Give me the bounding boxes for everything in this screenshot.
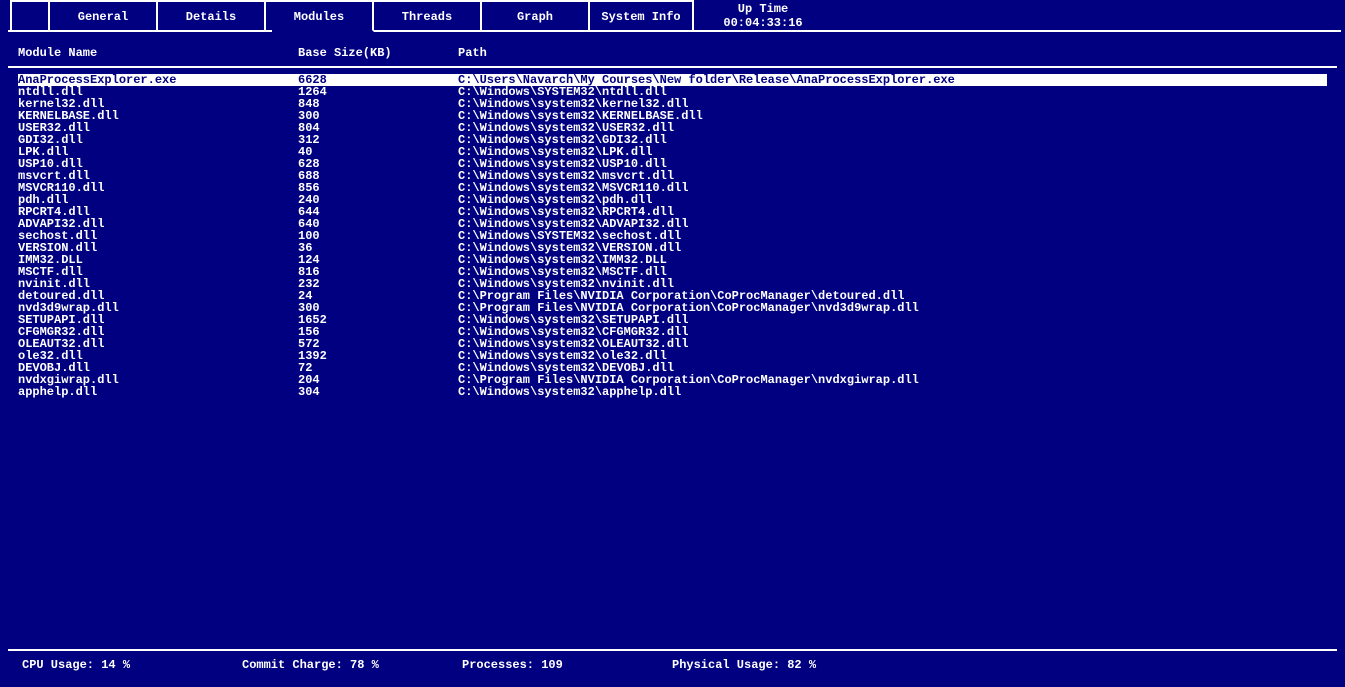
tab-spacer: [830, 0, 1341, 30]
status-cpu: CPU Usage: 14 %: [22, 658, 242, 672]
module-size-cell: 312: [298, 134, 458, 146]
module-size-cell: 300: [298, 110, 458, 122]
module-size-cell: 204: [298, 374, 458, 386]
module-size-cell: 856: [298, 182, 458, 194]
footer-separator: [8, 649, 1337, 651]
module-size-cell: 24: [298, 290, 458, 302]
tab-graph[interactable]: Graph: [480, 0, 590, 30]
column-headers: Module Name Base Size(KB) Path: [4, 30, 1341, 60]
module-size-cell: 240: [298, 194, 458, 206]
table-row[interactable]: GDI32.dll312C:\Windows\system32\GDI32.dl…: [18, 134, 1327, 146]
module-size-cell: 36: [298, 242, 458, 254]
module-size-cell: 804: [298, 122, 458, 134]
module-size-cell: 640: [298, 218, 458, 230]
status-processes: Processes: 109: [462, 658, 672, 672]
table-row[interactable]: VERSION.dll36C:\Windows\system32\VERSION…: [18, 242, 1327, 254]
tab-general[interactable]: General: [48, 0, 158, 30]
table-row[interactable]: AnaProcessExplorer.exe6628C:\Users\Navar…: [18, 74, 1327, 86]
module-size-cell: 1392: [298, 350, 458, 362]
module-path-cell: C:\Windows\system32\apphelp.dll: [458, 386, 1327, 398]
table-row[interactable]: USER32.dll804C:\Windows\system32\USER32.…: [18, 122, 1327, 134]
col-header-name[interactable]: Module Name: [18, 46, 298, 60]
uptime-value: 00:04:33:16: [694, 16, 832, 30]
status-bar: CPU Usage: 14 % Commit Charge: 78 % Proc…: [8, 655, 1337, 675]
col-header-path[interactable]: Path: [458, 46, 1327, 60]
module-size-cell: 156: [298, 326, 458, 338]
module-size-cell: 100: [298, 230, 458, 242]
module-size-cell: 688: [298, 170, 458, 182]
module-name-cell: apphelp.dll: [18, 386, 298, 398]
tab-system-info[interactable]: System Info: [588, 0, 694, 30]
module-size-cell: 124: [298, 254, 458, 266]
module-size-cell: 72: [298, 362, 458, 374]
modules-list: AnaProcessExplorer.exe6628C:\Users\Navar…: [4, 68, 1341, 398]
tab-details[interactable]: Details: [156, 0, 266, 30]
module-size-cell: 304: [298, 386, 458, 398]
col-header-size[interactable]: Base Size(KB): [298, 46, 458, 60]
status-physical: Physical Usage: 82 %: [672, 658, 892, 672]
tab-threads[interactable]: Threads: [372, 0, 482, 30]
status-commit: Commit Charge: 78 %: [242, 658, 462, 672]
module-size-cell: 1264: [298, 86, 458, 98]
table-row[interactable]: LPK.dll40C:\Windows\system32\LPK.dll: [18, 146, 1327, 158]
module-size-cell: 232: [298, 278, 458, 290]
module-size-cell: 40: [298, 146, 458, 158]
module-size-cell: 848: [298, 98, 458, 110]
table-row[interactable]: MSVCR110.dll856C:\Windows\system32\MSVCR…: [18, 182, 1327, 194]
tabs-row: General Details Modules Threads Graph Sy…: [4, 0, 1341, 30]
table-row[interactable]: OLEAUT32.dll572C:\Windows\system32\OLEAU…: [18, 338, 1327, 350]
module-size-cell: 816: [298, 266, 458, 278]
table-row[interactable]: apphelp.dll304C:\Windows\system32\apphel…: [18, 386, 1327, 398]
uptime-label: Up Time: [694, 2, 832, 16]
module-size-cell: 1652: [298, 314, 458, 326]
table-row[interactable]: IMM32.DLL124C:\Windows\system32\IMM32.DL…: [18, 254, 1327, 266]
tab-blank[interactable]: [10, 0, 50, 30]
uptime-display: Up Time 00:04:33:16: [692, 0, 832, 30]
app-window: General Details Modules Threads Graph Sy…: [4, 0, 1341, 681]
module-size-cell: 644: [298, 206, 458, 218]
module-size-cell: 628: [298, 158, 458, 170]
tab-modules[interactable]: Modules: [264, 0, 374, 32]
